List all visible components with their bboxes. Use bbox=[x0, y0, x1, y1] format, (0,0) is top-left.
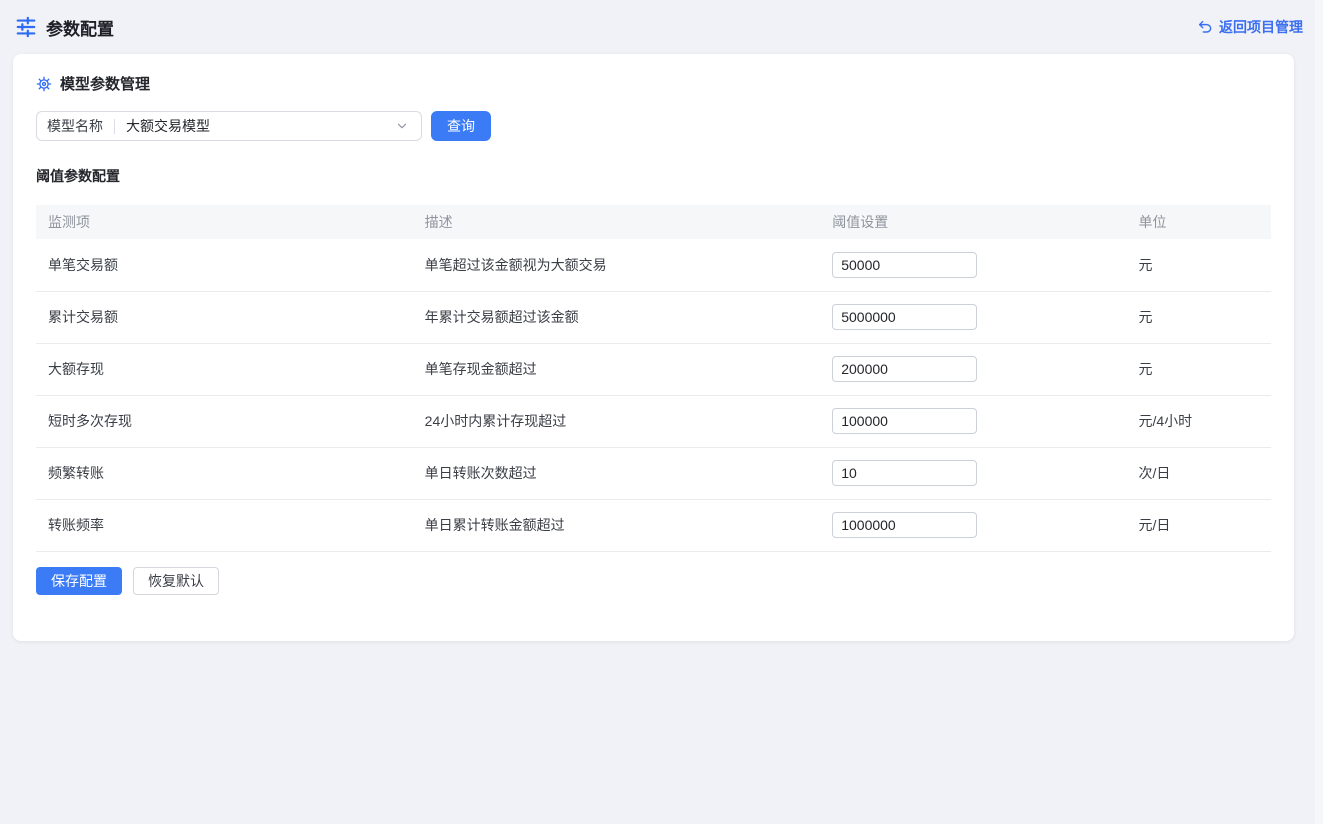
threshold-input[interactable] bbox=[832, 460, 977, 486]
cell-threshold bbox=[820, 499, 1126, 551]
cell-threshold bbox=[820, 343, 1126, 395]
cell-unit: 元/日 bbox=[1126, 499, 1271, 551]
cell-item: 短时多次存现 bbox=[36, 395, 413, 447]
threshold-input[interactable] bbox=[832, 512, 977, 538]
cell-item: 大额存现 bbox=[36, 343, 413, 395]
table-row: 频繁转账 单日转账次数超过 次/日 bbox=[36, 447, 1271, 499]
threshold-input[interactable] bbox=[832, 304, 977, 330]
restore-defaults-button[interactable]: 恢复默认 bbox=[133, 567, 219, 595]
select-divider bbox=[114, 119, 115, 134]
page-title: 参数配置 bbox=[46, 15, 114, 40]
cell-unit: 元/4小时 bbox=[1126, 395, 1271, 447]
back-link[interactable]: 返回项目管理 bbox=[1197, 17, 1303, 37]
sliders-icon bbox=[15, 16, 37, 38]
cell-threshold bbox=[820, 447, 1126, 499]
cell-unit: 元 bbox=[1126, 239, 1271, 291]
cell-desc: 年累计交易额超过该金额 bbox=[413, 291, 821, 343]
cell-desc: 单日转账次数超过 bbox=[413, 447, 821, 499]
threshold-table: 监测项 描述 阈值设置 单位 单笔交易额 单笔超过该金额视为大额交易 元 累计交… bbox=[36, 205, 1271, 552]
table-row: 单笔交易额 单笔超过该金额视为大额交易 元 bbox=[36, 239, 1271, 291]
undo-icon bbox=[1197, 19, 1213, 35]
cell-item: 单笔交易额 bbox=[36, 239, 413, 291]
back-link-label: 返回项目管理 bbox=[1219, 17, 1303, 37]
section-title: 阈值参数配置 bbox=[36, 166, 1271, 186]
threshold-input[interactable] bbox=[832, 408, 977, 434]
cell-desc: 单笔存现金额超过 bbox=[413, 343, 821, 395]
col-header-threshold: 阈值设置 bbox=[820, 205, 1126, 239]
gear-icon bbox=[36, 76, 52, 92]
cell-threshold bbox=[820, 239, 1126, 291]
actions-row: 保存配置 恢复默认 bbox=[36, 567, 1271, 595]
model-select-label: 模型名称 bbox=[47, 116, 103, 136]
col-header-unit: 单位 bbox=[1126, 205, 1271, 239]
query-row: 模型名称 大额交易模型 查询 bbox=[36, 111, 1271, 141]
page-title-group: 参数配置 bbox=[15, 15, 114, 40]
config-card: 模型参数管理 模型名称 大额交易模型 查询 阈值参数配置 监测项 描述 阈值设置… bbox=[13, 54, 1294, 641]
query-button[interactable]: 查询 bbox=[431, 111, 491, 141]
col-header-item: 监测项 bbox=[36, 205, 413, 239]
cell-unit: 次/日 bbox=[1126, 447, 1271, 499]
threshold-input[interactable] bbox=[832, 252, 977, 278]
table-row: 短时多次存现 24小时内累计存现超过 元/4小时 bbox=[36, 395, 1271, 447]
cell-unit: 元 bbox=[1126, 343, 1271, 395]
cell-unit: 元 bbox=[1126, 291, 1271, 343]
table-row: 累计交易额 年累计交易额超过该金额 元 bbox=[36, 291, 1271, 343]
page-header: 参数配置 返回项目管理 bbox=[0, 0, 1323, 54]
cell-item: 转账频率 bbox=[36, 499, 413, 551]
scrollbar-track[interactable] bbox=[1315, 0, 1323, 824]
cell-item: 频繁转账 bbox=[36, 447, 413, 499]
cell-desc: 单笔超过该金额视为大额交易 bbox=[413, 239, 821, 291]
table-header-row: 监测项 描述 阈值设置 单位 bbox=[36, 205, 1271, 239]
panel-title: 模型参数管理 bbox=[60, 73, 150, 94]
chevron-down-icon bbox=[395, 119, 409, 133]
model-select[interactable]: 模型名称 大额交易模型 bbox=[36, 111, 422, 141]
table-row: 转账频率 单日累计转账金额超过 元/日 bbox=[36, 499, 1271, 551]
model-select-value: 大额交易模型 bbox=[126, 116, 395, 136]
threshold-input[interactable] bbox=[832, 356, 977, 382]
cell-threshold bbox=[820, 291, 1126, 343]
cell-threshold bbox=[820, 395, 1126, 447]
save-config-button[interactable]: 保存配置 bbox=[36, 567, 122, 595]
cell-item: 累计交易额 bbox=[36, 291, 413, 343]
panel-title-row: 模型参数管理 bbox=[36, 73, 1271, 94]
col-header-desc: 描述 bbox=[413, 205, 821, 239]
table-row: 大额存现 单笔存现金额超过 元 bbox=[36, 343, 1271, 395]
cell-desc: 单日累计转账金额超过 bbox=[413, 499, 821, 551]
cell-desc: 24小时内累计存现超过 bbox=[413, 395, 821, 447]
